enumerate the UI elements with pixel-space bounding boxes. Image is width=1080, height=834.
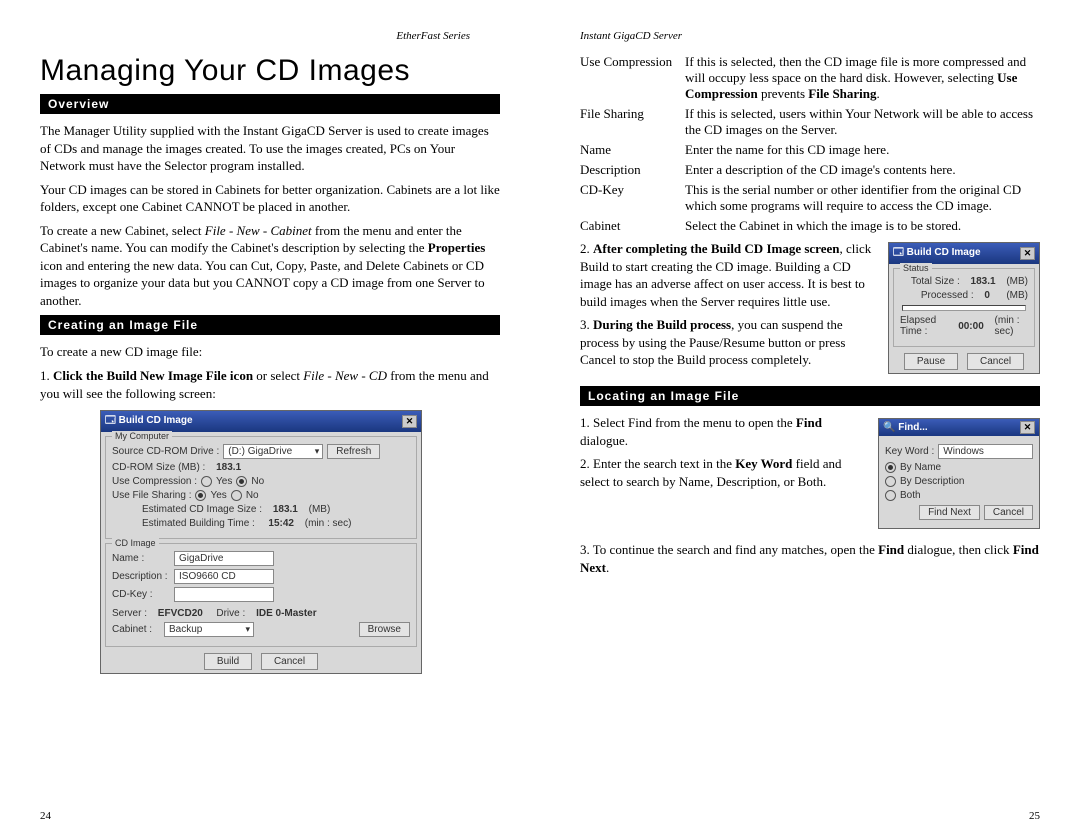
- page-number: 24: [40, 810, 51, 822]
- pause-button[interactable]: Pause: [904, 353, 958, 370]
- source-drive-select[interactable]: (D:) GigaDrive: [223, 444, 323, 459]
- refresh-button[interactable]: Refresh: [327, 444, 380, 459]
- close-icon[interactable]: ✕: [1020, 421, 1035, 434]
- compress-no-radio[interactable]: [236, 476, 247, 487]
- browse-button[interactable]: Browse: [359, 622, 410, 637]
- fileshare-no-radio[interactable]: [231, 490, 242, 501]
- cabinet-select[interactable]: Backup: [164, 622, 254, 637]
- def-name: Name Enter the name for this CD image he…: [580, 142, 1040, 158]
- close-icon[interactable]: ✕: [402, 415, 417, 428]
- keyword-input[interactable]: Windows: [938, 444, 1033, 459]
- overview-p2: Your CD images can be stored in Cabinets…: [40, 181, 500, 216]
- running-head-right: Instant GigaCD Server: [580, 30, 1040, 42]
- section-locate: Locating an Image File: [580, 386, 1040, 406]
- name-input[interactable]: GigaDrive: [174, 551, 274, 566]
- findnext-button[interactable]: Find Next: [919, 505, 980, 520]
- status-cancel-button[interactable]: Cancel: [967, 353, 1024, 370]
- def-file-sharing: File Sharing If this is selected, users …: [580, 106, 1040, 138]
- def-use-compression: Use Compression If this is selected, the…: [580, 54, 1040, 102]
- compress-yes-radio[interactable]: [201, 476, 212, 487]
- fileshare-yes-radio[interactable]: [195, 490, 206, 501]
- byname-radio[interactable]: [885, 462, 896, 473]
- section-overview: Overview: [40, 94, 500, 114]
- build-cd-image-dialog: 🗔 Build CD Image ✕ My Computer Source CD…: [100, 410, 422, 674]
- build-button[interactable]: Build: [204, 653, 252, 670]
- section-create: Creating an Image File: [40, 315, 500, 335]
- both-radio[interactable]: [885, 490, 896, 501]
- create-intro: To create a new CD image file:: [40, 343, 500, 361]
- create-step1: 1. Click the Build New Image File icon o…: [40, 367, 500, 402]
- page-title: Managing Your CD Images: [40, 54, 500, 88]
- page-25: Instant GigaCD Server Use Compression If…: [540, 0, 1080, 834]
- build-status-dialog: 🗔 Build CD Image✕ Status Total Size : 18…: [888, 242, 1040, 374]
- cdkey-input[interactable]: [174, 587, 274, 602]
- description-input[interactable]: ISO9660 CD: [174, 569, 274, 584]
- dialog-titlebar: 🗔 Build CD Image ✕: [101, 411, 421, 432]
- find-dialog: 🔍 Find...✕ Key Word :Windows By Name By …: [878, 418, 1040, 529]
- page-24: EtherFast Series Managing Your CD Images…: [0, 0, 540, 834]
- def-cabinet: Cabinet Select the Cabinet in which the …: [580, 218, 1040, 234]
- close-icon[interactable]: ✕: [1020, 247, 1035, 260]
- running-head-left: EtherFast Series: [40, 30, 500, 42]
- bydesc-radio[interactable]: [885, 476, 896, 487]
- def-description: Description Enter a description of the C…: [580, 162, 1040, 178]
- overview-p3: To create a new Cabinet, select File - N…: [40, 222, 500, 310]
- page-number: 25: [1029, 810, 1040, 822]
- overview-p1: The Manager Utility supplied with the In…: [40, 122, 500, 175]
- locate-step3: 3. To continue the search and find any m…: [580, 541, 1040, 576]
- def-cdkey: CD-Key This is the serial number or othe…: [580, 182, 1040, 214]
- find-cancel-button[interactable]: Cancel: [984, 505, 1033, 520]
- cancel-button[interactable]: Cancel: [261, 653, 318, 670]
